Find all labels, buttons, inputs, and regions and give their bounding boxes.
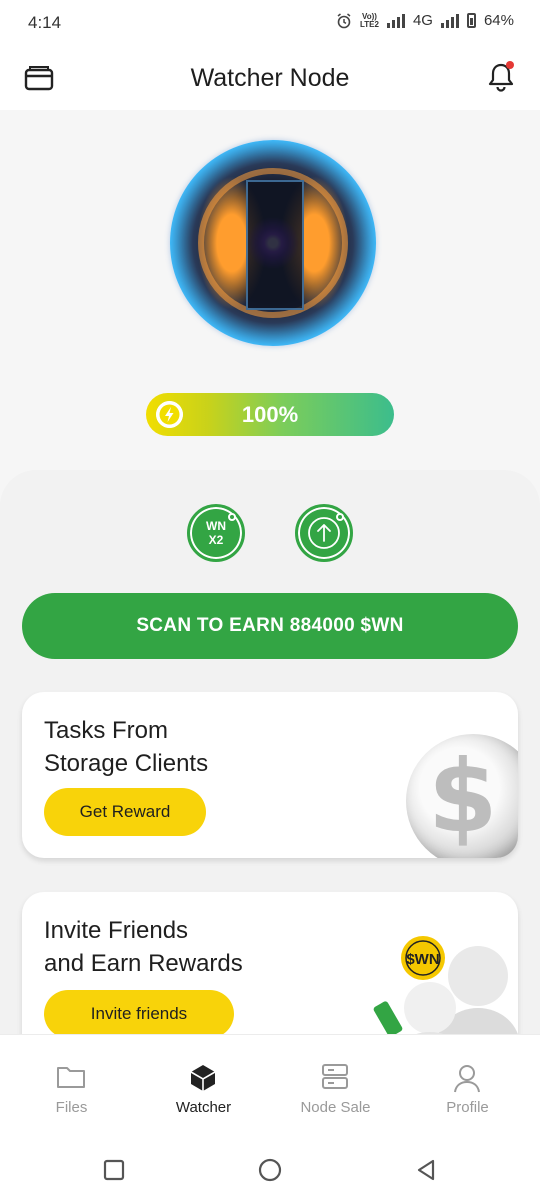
nav-item-profile[interactable]: Profile <box>400 1035 535 1137</box>
bottom-nav: Files Watcher Node Sale Profile <box>0 1034 540 1136</box>
multiplier-label: WN X2 <box>206 519 226 547</box>
dollar-coin-image: $ <box>406 734 518 858</box>
energy-progress-bar: 100% <box>146 393 394 436</box>
nav-label-profile: Profile <box>446 1099 489 1116</box>
boost-button[interactable] <box>295 504 353 562</box>
alarm-icon <box>337 12 351 28</box>
invite-friends-button[interactable]: Invite friends <box>44 990 234 1038</box>
recents-icon[interactable] <box>102 1158 126 1182</box>
wn-coin-text: $WN <box>406 951 439 968</box>
server-icon <box>322 1064 348 1089</box>
status-bar: 4:14 Vo)) LTE2 4G 64% <box>0 0 540 46</box>
nav-label-files: Files <box>55 1099 88 1116</box>
page-title: Watcher Node <box>190 64 350 92</box>
back-icon[interactable] <box>414 1158 438 1182</box>
energy-percent: 100% <box>241 402 299 427</box>
status-time: 4:14 <box>28 13 62 32</box>
volte-indicator: Vo)) LTE2 <box>359 11 379 29</box>
arrow-up-icon <box>308 517 340 549</box>
nav-item-node-sale[interactable]: Node Sale <box>268 1035 403 1137</box>
nav-item-watcher[interactable]: Watcher <box>136 1035 271 1137</box>
cube-icon <box>190 1065 216 1091</box>
network-type: 4G <box>412 12 433 29</box>
folder-icon <box>57 1067 85 1088</box>
scan-to-earn-button[interactable]: SCAN TO EARN 884000 $WN <box>22 593 518 659</box>
bell-icon[interactable] <box>486 60 516 92</box>
invite-card-title: Invite Friends and Earn Rewards <box>44 917 243 977</box>
battery-percent: 64% <box>483 12 514 29</box>
signal-icon <box>386 13 405 28</box>
system-nav-bar <box>0 1136 540 1200</box>
watcher-node-orb-image <box>170 140 376 346</box>
notification-dot <box>506 61 514 69</box>
tasks-card-title: Tasks From Storage Clients <box>44 717 209 777</box>
nav-label-node-sale: Node Sale <box>300 1099 371 1116</box>
home-icon[interactable] <box>258 1158 282 1182</box>
app-header: Watcher Node <box>0 46 540 110</box>
nav-label-watcher: Watcher <box>175 1099 232 1116</box>
status-icons: Vo)) LTE2 4G 64% <box>336 12 514 29</box>
tasks-card: Tasks From Storage Clients Get Reward $ <box>22 692 518 858</box>
nav-item-files[interactable]: Files <box>4 1035 139 1137</box>
get-reward-button[interactable]: Get Reward <box>44 788 206 836</box>
multiplier-button[interactable]: WN X2 <box>187 504 245 562</box>
user-icon <box>454 1065 480 1093</box>
signal-icon-2 <box>440 13 459 28</box>
battery-icon <box>466 13 476 28</box>
